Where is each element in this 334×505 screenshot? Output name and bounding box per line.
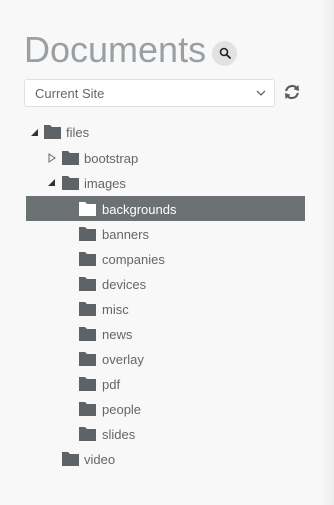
tree-node-slides[interactable]: slides xyxy=(26,421,305,446)
folder-icon xyxy=(44,125,61,139)
site-select-value: Current Site xyxy=(35,85,105,101)
refresh-icon[interactable] xyxy=(283,83,301,101)
tree-node-misc[interactable]: misc xyxy=(26,296,305,321)
tree-node-video[interactable]: video xyxy=(26,446,305,471)
folder-icon xyxy=(79,402,96,416)
tree-node-backgrounds[interactable]: backgrounds xyxy=(26,196,305,221)
tree-node-label: devices xyxy=(102,277,147,292)
folder-icon xyxy=(79,352,96,366)
tree-node-overlay[interactable]: overlay xyxy=(26,346,305,371)
tree-node-pdf[interactable]: pdf xyxy=(26,371,305,396)
folder-icon xyxy=(79,427,96,441)
tree-node-images[interactable]: images xyxy=(26,170,305,195)
search-button[interactable] xyxy=(212,40,238,66)
tree-node-bootstrap[interactable]: bootstrap xyxy=(26,145,305,170)
tree-node-companies[interactable]: companies xyxy=(26,246,305,271)
folder-icon xyxy=(79,227,96,241)
tree-node-banners[interactable]: banners xyxy=(26,221,305,246)
tree-node-label: news xyxy=(102,327,133,342)
chevron-down-icon xyxy=(256,90,266,96)
folder-icon xyxy=(79,202,96,216)
tree-node-people[interactable]: people xyxy=(26,396,305,421)
tree-node-label: misc xyxy=(102,302,129,317)
header: Documents xyxy=(24,28,238,72)
expanded-triangle-icon[interactable] xyxy=(30,128,40,138)
collapsed-triangle-icon[interactable] xyxy=(47,153,57,163)
documents-panel: Documents Current Site files bootstrap i… xyxy=(0,0,334,505)
folder-icon xyxy=(79,327,96,341)
tree-node-label: images xyxy=(84,176,126,191)
tree-node-label: slides xyxy=(102,427,136,442)
expanded-triangle-icon[interactable] xyxy=(47,178,57,188)
tree-node-label: backgrounds xyxy=(102,202,177,217)
tree-node-label: people xyxy=(102,402,142,417)
tree-node-label: overlay xyxy=(102,352,144,367)
folder-icon xyxy=(79,377,96,391)
folder-icon xyxy=(79,252,96,266)
tree-node-label: bootstrap xyxy=(84,151,139,166)
page-title: Documents xyxy=(24,29,207,70)
search-icon xyxy=(219,47,231,59)
tree-node-news[interactable]: news xyxy=(26,321,305,346)
tree-node-label: files xyxy=(66,125,90,140)
folder-icon xyxy=(79,302,96,316)
folder-icon xyxy=(62,151,79,165)
tree-node-label: pdf xyxy=(102,377,121,392)
folder-icon xyxy=(79,277,96,291)
tree-node-files[interactable]: files xyxy=(26,120,305,145)
tree-node-label: companies xyxy=(102,252,165,267)
folder-icon xyxy=(62,452,79,466)
tree-node-label: video xyxy=(84,452,116,467)
tree-node-label: banners xyxy=(102,227,149,242)
folder-icon xyxy=(62,176,79,190)
tree-node-devices[interactable]: devices xyxy=(26,271,305,296)
site-select[interactable]: Current Site xyxy=(24,79,275,107)
